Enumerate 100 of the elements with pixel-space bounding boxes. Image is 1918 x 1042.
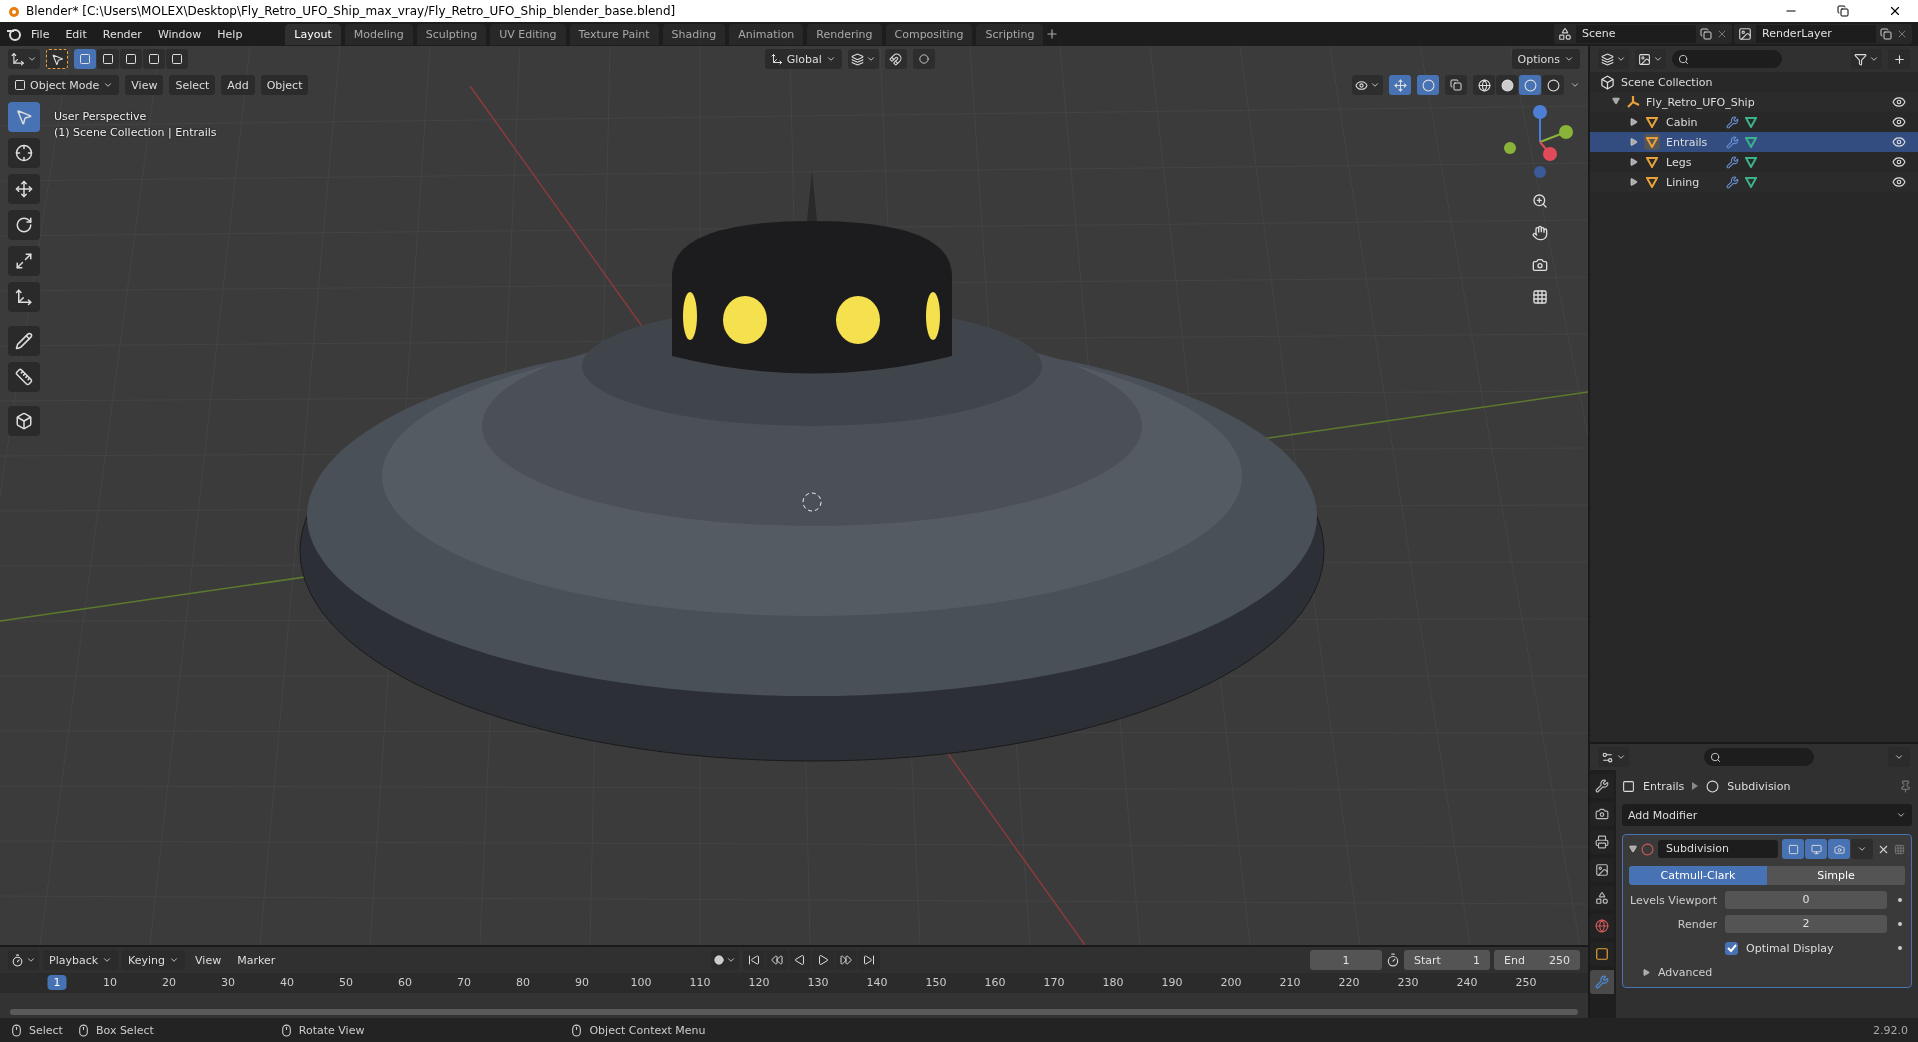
- pivot-button[interactable]: [847, 49, 879, 69]
- add-icon[interactable]: [1045, 27, 1060, 41]
- workspace-tab[interactable]: Compositing: [885, 23, 973, 45]
- tool-button[interactable]: [8, 362, 40, 392]
- tool-button[interactable]: [8, 174, 40, 204]
- menu-item[interactable]: Window: [150, 24, 209, 44]
- workspace-tab[interactable]: Animation: [729, 23, 804, 45]
- keyframe-dot-icon[interactable]: [1898, 898, 1902, 902]
- select-mode-button[interactable]: [166, 49, 188, 69]
- current-frame-marker[interactable]: 1: [47, 975, 67, 990]
- logo-icon[interactable]: [6, 26, 22, 42]
- display-mode-button[interactable]: [1598, 49, 1629, 69]
- image-icon[interactable]: [1738, 27, 1752, 41]
- editor-type-button[interactable]: [1598, 747, 1629, 767]
- tool-button[interactable]: [8, 406, 40, 436]
- filter-button[interactable]: [1851, 49, 1882, 69]
- workspace-tab[interactable]: Texture Paint: [569, 23, 659, 45]
- keyframe-dot-icon[interactable]: [1898, 922, 1902, 926]
- close-icon[interactable]: [1896, 28, 1908, 40]
- editor-type-button[interactable]: [8, 49, 40, 69]
- jump-start-button[interactable]: [743, 950, 766, 970]
- wrench-icon[interactable]: [1726, 135, 1739, 149]
- menu-dropdown[interactable]: Playback: [43, 950, 119, 970]
- workspace-tab[interactable]: UV Editing: [490, 23, 566, 45]
- keyframe-dot-icon[interactable]: [1898, 946, 1902, 950]
- workspace-tab[interactable]: Modeling: [344, 23, 413, 45]
- visibility-icon[interactable]: [1892, 135, 1906, 149]
- visibility-icon[interactable]: [1892, 95, 1906, 109]
- duplicate-icon[interactable]: [1880, 28, 1892, 40]
- shading-button[interactable]: [1542, 75, 1564, 95]
- menu-item[interactable]: Add: [221, 75, 255, 95]
- mode-dropdown[interactable]: Object Mode: [8, 75, 120, 95]
- menu-item[interactable]: View: [189, 950, 228, 970]
- snap-button[interactable]: [884, 49, 907, 69]
- tool-select-button[interactable]: [46, 49, 68, 69]
- expand-toggle-icon[interactable]: [1630, 118, 1638, 126]
- properties-tab[interactable]: [1590, 858, 1614, 882]
- breadcrumb-item[interactable]: Entrails: [1643, 779, 1685, 793]
- play-reverse-button[interactable]: [789, 950, 812, 970]
- properties-tab[interactable]: [1590, 914, 1614, 938]
- editor-type-button[interactable]: [8, 950, 39, 970]
- wrench-icon[interactable]: [1726, 115, 1739, 129]
- tool-button[interactable]: [8, 326, 40, 356]
- wrench-icon[interactable]: [1726, 155, 1739, 169]
- menu-item[interactable]: Select: [169, 75, 216, 95]
- expand-toggle-icon[interactable]: [1630, 158, 1638, 166]
- outliner-item[interactable]: Cabin: [1666, 115, 1720, 129]
- expand-toggle-icon[interactable]: [1612, 97, 1620, 107]
- visibility-button[interactable]: [1352, 75, 1383, 95]
- properties-tab[interactable]: [1590, 942, 1614, 966]
- outliner-item[interactable]: Entrails: [1666, 135, 1720, 149]
- breadcrumb-item[interactable]: Subdivision: [1727, 779, 1791, 793]
- menu-item[interactable]: Help: [210, 24, 250, 44]
- new-collection-button[interactable]: [1888, 49, 1910, 69]
- tool-button[interactable]: [8, 282, 40, 312]
- shading-button[interactable]: [1473, 75, 1495, 95]
- xray-button[interactable]: [1445, 75, 1467, 95]
- mode-tab[interactable]: Simple: [1767, 866, 1905, 885]
- workspace-tab[interactable]: Sculpting: [416, 23, 487, 45]
- orientation-dropdown[interactable]: Global: [764, 49, 842, 69]
- visibility-icon[interactable]: [1892, 115, 1906, 129]
- tool-button[interactable]: [8, 210, 40, 240]
- render-layer-field[interactable]: RenderLayer: [1756, 25, 1876, 43]
- expand-toggle-icon[interactable]: [1629, 845, 1637, 853]
- expand-toggle-icon[interactable]: [1630, 138, 1638, 146]
- options-dropdown[interactable]: Options: [1511, 49, 1580, 69]
- outliner-item[interactable]: Fly_Retro_UFO_Ship: [1646, 95, 1755, 109]
- wrench-icon[interactable]: [1726, 175, 1739, 189]
- pin-icon[interactable]: [1899, 779, 1912, 793]
- number-field[interactable]: 0: [1725, 891, 1887, 909]
- timer-icon[interactable]: [1386, 953, 1400, 967]
- jump-end-button[interactable]: [858, 950, 881, 970]
- edit-mode-toggle[interactable]: [1782, 839, 1804, 859]
- number-field[interactable]: 2: [1725, 915, 1887, 933]
- workspace-tab[interactable]: Layout: [285, 23, 341, 45]
- menu-item[interactable]: Marker: [231, 950, 282, 970]
- scene-icon[interactable]: [1558, 27, 1572, 41]
- modifier-name-field[interactable]: Subdivision: [1658, 840, 1778, 858]
- current-frame-field[interactable]: 1: [1310, 950, 1382, 970]
- end-frame-field[interactable]: End 250: [1494, 950, 1580, 970]
- visibility-icon[interactable]: [1892, 155, 1906, 169]
- previous-keyframe-button[interactable]: [766, 950, 789, 970]
- tool-button[interactable]: [8, 138, 40, 168]
- drag-handle-icon[interactable]: [1894, 843, 1905, 855]
- expand-toggle-icon[interactable]: [1643, 968, 1650, 976]
- properties-tab[interactable]: [1590, 774, 1614, 798]
- select-mode-button[interactable]: [143, 49, 165, 69]
- properties-tab[interactable]: [1590, 802, 1614, 826]
- menu-item[interactable]: File: [24, 24, 57, 44]
- workspace-tab[interactable]: Scripting: [976, 23, 1044, 45]
- menu-item[interactable]: Render: [95, 24, 149, 44]
- menu-item[interactable]: View: [125, 75, 164, 95]
- expand-toggle-icon[interactable]: [1630, 178, 1638, 186]
- outliner-item[interactable]: Lining: [1666, 175, 1720, 189]
- scene-field[interactable]: Scene: [1576, 25, 1696, 43]
- outliner-item[interactable]: Legs: [1666, 155, 1720, 169]
- start-frame-field[interactable]: Start 1: [1404, 950, 1490, 970]
- workspace-tab[interactable]: Rendering: [807, 23, 882, 45]
- shading-button[interactable]: [1496, 75, 1518, 95]
- section-header[interactable]: Advanced: [1658, 965, 1713, 979]
